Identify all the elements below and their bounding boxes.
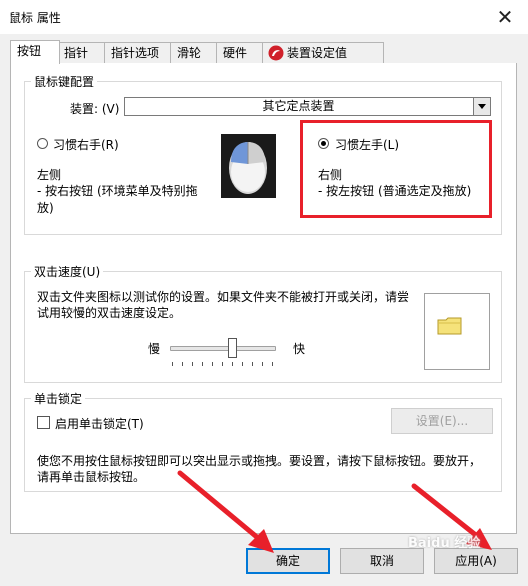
right-side-desc: - 按左按钮 (普通选定及拖放) — [318, 184, 472, 198]
window-title: 鼠标 属性 — [9, 11, 61, 25]
dropdown-arrow-icon[interactable] — [473, 98, 490, 115]
slider-tick — [272, 362, 273, 366]
right-handed-label[interactable]: 习惯右手(R) — [53, 136, 119, 153]
double-click-speed-slider[interactable] — [170, 346, 276, 351]
tab-label: 装置设定值 — [287, 46, 348, 60]
device-select[interactable]: 其它定点装置 — [124, 97, 491, 116]
tab-hardware[interactable]: 硬件 — [216, 42, 264, 63]
slider-tick — [242, 362, 243, 366]
right-side-title: 右侧 — [318, 168, 343, 182]
tab-label: 指针 — [64, 46, 89, 60]
tab-label: 硬件 — [223, 46, 248, 60]
click-lock-settings-button[interactable]: 设置(E)... — [391, 408, 493, 434]
group-label: 单击锁定 — [31, 390, 86, 407]
slow-label: 慢 — [148, 342, 161, 356]
tab-label: 按钮 — [17, 44, 42, 58]
click-lock-checkbox[interactable] — [37, 416, 50, 429]
slider-tick — [192, 362, 193, 366]
device-label: 装置: (V) — [70, 102, 120, 116]
slider-thumb[interactable] — [228, 338, 238, 358]
left-side-desc-2: 放) — [37, 201, 54, 215]
slider-tick — [182, 362, 183, 366]
tab-buttons[interactable]: 按钮 — [10, 40, 60, 64]
left-side-desc-1: - 按右按钮 (环境菜单及特别拖 — [37, 184, 198, 198]
mouse-icon — [221, 134, 276, 198]
folder-icon[interactable] — [437, 316, 463, 336]
left-handed-radio[interactable] — [318, 138, 329, 149]
watermark: Baidu 经验 — [408, 536, 481, 551]
double-click-desc-1: 双击文件夹图标以测试你的设置。如果文件夹不能被打开或关闭，请尝 — [37, 290, 410, 304]
tab-pointer-options[interactable]: 指针选项 — [104, 42, 172, 63]
tab-pointers[interactable]: 指针 — [57, 42, 105, 63]
close-icon[interactable]: ✕ — [488, 3, 522, 31]
title-bar: 鼠标 属性 ✕ — [0, 0, 528, 34]
click-lock-label[interactable]: 启用单击锁定(T) — [55, 415, 144, 432]
slider-tick — [262, 362, 263, 366]
double-click-desc-2: 试用较慢的双击速度设定。 — [37, 306, 182, 320]
device-select-value: 其它定点装置 — [262, 99, 335, 113]
slider-tick — [232, 362, 233, 366]
group-label: 双击速度(U) — [31, 263, 104, 280]
tab-device-settings[interactable]: 装置设定值 — [262, 42, 384, 63]
group-label: 鼠标键配置 — [31, 73, 98, 90]
fast-label: 快 — [293, 342, 306, 356]
annotation-arrow-ok — [177, 470, 274, 553]
slider-tick — [222, 362, 223, 366]
tab-wheel[interactable]: 滑轮 — [170, 42, 218, 63]
left-handed-label[interactable]: 习惯左手(L) — [335, 136, 399, 153]
tab-label: 滑轮 — [177, 46, 202, 60]
test-folder-area[interactable] — [424, 293, 490, 370]
left-side-title: 左侧 — [37, 168, 62, 182]
slider-tick — [212, 362, 213, 366]
slider-tick — [252, 362, 253, 366]
tab-label: 指针选项 — [111, 46, 160, 60]
slider-tick — [172, 362, 173, 366]
right-handed-radio[interactable] — [37, 138, 48, 149]
click-lock-desc-2: 请再单击鼠标按钮。 — [37, 470, 146, 484]
slider-tick — [202, 362, 203, 366]
device-settings-icon — [268, 45, 284, 61]
